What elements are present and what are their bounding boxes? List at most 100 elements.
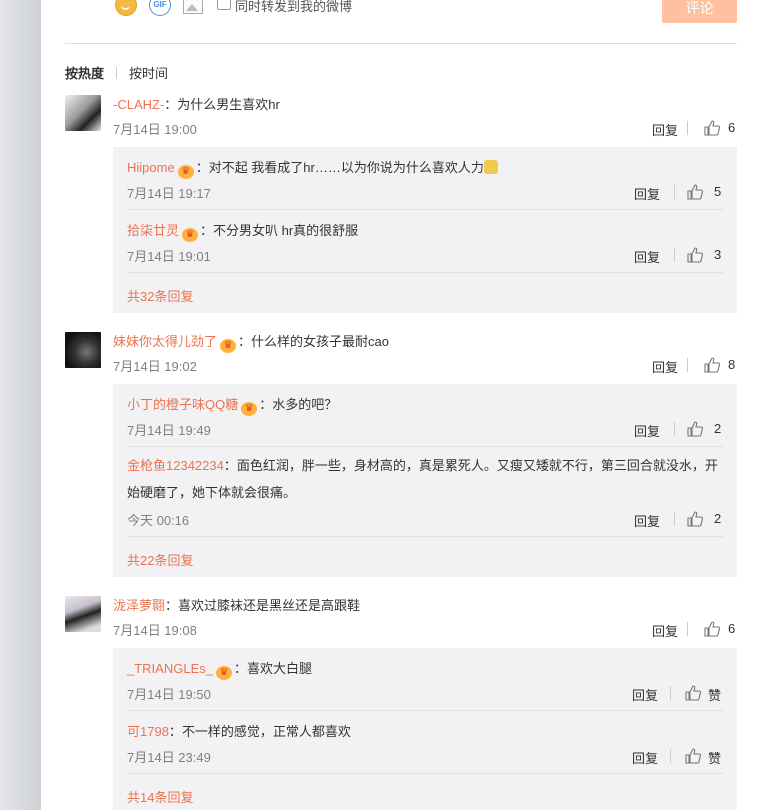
- thumb-up-icon[interactable]: [687, 247, 703, 263]
- comment-time: 7月14日 19:08: [113, 623, 197, 638]
- reply-line: 金枪鱼12342234：面色红润，胖一些，身材高的，真是累死人。又瘦又矮就不行，…: [127, 452, 723, 506]
- gif-icon[interactable]: GIF: [149, 0, 171, 16]
- thumb-up-icon[interactable]: [704, 120, 720, 136]
- comment-time: 7月14日 19:00: [113, 122, 197, 137]
- sort-by-hot[interactable]: 按热度: [65, 66, 104, 81]
- divider: [116, 67, 118, 79]
- comment-username[interactable]: 妹妹你太得儿劲了: [113, 334, 217, 349]
- reply-button[interactable]: 回复: [652, 621, 678, 640]
- reply-username[interactable]: 拾柒廿灵: [127, 223, 179, 238]
- crown-badge-icon: ♛: [177, 165, 194, 179]
- repost-checkbox[interactable]: [217, 0, 231, 10]
- avatar[interactable]: [65, 332, 101, 368]
- reply-time: 今天 00:16: [127, 513, 190, 528]
- view-more-replies-link[interactable]: 共14条回复: [127, 787, 193, 806]
- like-count: 赞: [708, 688, 722, 703]
- reply-username[interactable]: _TRIANGLEs_: [127, 661, 213, 676]
- crown-badge-icon: ♛: [220, 339, 237, 353]
- like-count: 2: [714, 511, 722, 526]
- thumb-up-icon[interactable]: [685, 748, 701, 764]
- submit-comment-button[interactable]: 评论: [662, 0, 737, 23]
- comment-text: ：什么样的女孩子最耐cao: [238, 334, 389, 349]
- reply-text: ：不一样的感觉，正常人都喜欢: [168, 724, 351, 739]
- comment-text: ：喜欢过膝袜还是黑丝还是高跟鞋: [165, 598, 361, 613]
- thumb-up-icon[interactable]: [685, 685, 701, 701]
- reply-list: 小丁的橙子味QQ糖 ♛ ：水多的吧？ 7月14日 19:49 回复 2 金枪鱼123…: [113, 384, 737, 577]
- comment-line: 妹妹你太得儿劲了 ♛ ：什么样的女孩子最耐cao: [113, 331, 389, 353]
- reply-username[interactable]: 可1798: [127, 724, 169, 739]
- sort-by-time[interactable]: 按时间: [129, 66, 168, 81]
- view-more-replies-link[interactable]: 共32条回复: [127, 286, 193, 305]
- reply-text: ：水多的吧？: [259, 397, 338, 412]
- reply-line: 小丁的橙子味QQ糖 ♛ ：水多的吧？: [127, 394, 337, 416]
- like-count: 5: [714, 184, 722, 199]
- reply-button[interactable]: 回复: [652, 120, 678, 139]
- divider: [674, 248, 675, 262]
- reply-list: Hiipome ♛ ：对不起 我看成了hr……以为你说为什么喜欢人力 7月14日 1…: [113, 147, 737, 313]
- reply-time: 7月14日 19:50: [127, 687, 211, 702]
- like-count: 8: [728, 357, 736, 372]
- comment-username[interactable]: 泷泽萝翾: [113, 598, 165, 613]
- comment-time: 7月14日 19:02: [113, 359, 197, 374]
- thumb-up-icon[interactable]: [687, 511, 703, 527]
- divider: [674, 185, 675, 199]
- comment-line: -CLAHZ-：为什么男生喜欢hr: [113, 94, 280, 113]
- reply-button[interactable]: 回复: [634, 511, 660, 530]
- reply-time: 7月14日 23:49: [127, 750, 211, 765]
- divider: [687, 358, 688, 372]
- reply-username[interactable]: 金枪鱼12342234: [127, 458, 224, 473]
- image-icon[interactable]: [183, 0, 203, 14]
- divider: [127, 773, 723, 774]
- reply-time: 7月14日 19:49: [127, 423, 211, 438]
- comment-username[interactable]: -CLAHZ-: [113, 97, 164, 112]
- reply-line: 拾柒廿灵 ♛ ：不分男女叭 hr真的很舒服: [127, 220, 358, 242]
- thumb-up-icon[interactable]: [687, 184, 703, 200]
- avatar[interactable]: [65, 95, 101, 131]
- crown-badge-icon: ♛: [241, 402, 258, 416]
- divider: [127, 710, 723, 711]
- reply-button[interactable]: 回复: [634, 184, 660, 203]
- comment-line: 泷泽萝翾：喜欢过膝袜还是黑丝还是高跟鞋: [113, 595, 360, 614]
- divider: [127, 209, 723, 210]
- divider: [687, 121, 688, 135]
- like-count: 6: [728, 120, 736, 135]
- reply-username[interactable]: Hiipome: [127, 160, 175, 175]
- like-count: 2: [714, 421, 722, 436]
- like-count: 3: [714, 247, 722, 262]
- emoji-icon[interactable]: [115, 0, 137, 16]
- page-background: [0, 0, 41, 810]
- repost-label: 同时转发到我的微博: [235, 0, 353, 14]
- reply-line: 可1798：不一样的感觉，正常人都喜欢: [127, 721, 351, 740]
- reply-button[interactable]: 回复: [634, 247, 660, 266]
- reply-text: ：不分男女叭 hr真的很舒服: [200, 223, 359, 238]
- reply-button[interactable]: 回复: [634, 421, 660, 440]
- view-more-replies-link[interactable]: 共22条回复: [127, 550, 193, 569]
- reply-list: _TRIANGLEs_ ♛ ：喜欢大白腿 7月14日 19:50 回复 赞 可179…: [113, 648, 737, 810]
- divider: [65, 43, 737, 44]
- reply-line: Hiipome ♛ ：对不起 我看成了hr……以为你说为什么喜欢人力: [127, 157, 498, 179]
- divider: [127, 536, 723, 537]
- divider: [670, 749, 671, 763]
- thumb-up-icon[interactable]: [687, 421, 703, 437]
- avatar[interactable]: [65, 596, 101, 632]
- divider: [127, 272, 723, 273]
- divider: [687, 622, 688, 636]
- divider: [127, 446, 723, 447]
- emoji-icon: [483, 160, 498, 174]
- comment-text: ：为什么男生喜欢hr: [164, 97, 280, 112]
- reply-button[interactable]: 回复: [652, 357, 678, 376]
- comment-panel: GIF 同时转发到我的微博 评论 按热度 按时间 -CLAHZ-：为什么男生喜欢h…: [41, 0, 759, 810]
- sort-options: 按热度 按时间: [65, 63, 168, 82]
- divider: [674, 422, 675, 436]
- reply-button[interactable]: 回复: [632, 748, 658, 767]
- reply-line: _TRIANGLEs_ ♛ ：喜欢大白腿: [127, 658, 312, 680]
- crown-badge-icon: ♛: [215, 666, 232, 680]
- thumb-up-icon[interactable]: [704, 621, 720, 637]
- reply-text: ：喜欢大白腿: [233, 661, 312, 676]
- reply-time: 7月14日 19:17: [127, 186, 211, 201]
- crown-badge-icon: ♛: [182, 228, 199, 242]
- reply-username[interactable]: 小丁的橙子味QQ糖: [127, 397, 238, 412]
- like-count: 赞: [708, 751, 722, 766]
- reply-button[interactable]: 回复: [632, 685, 658, 704]
- thumb-up-icon[interactable]: [704, 357, 720, 373]
